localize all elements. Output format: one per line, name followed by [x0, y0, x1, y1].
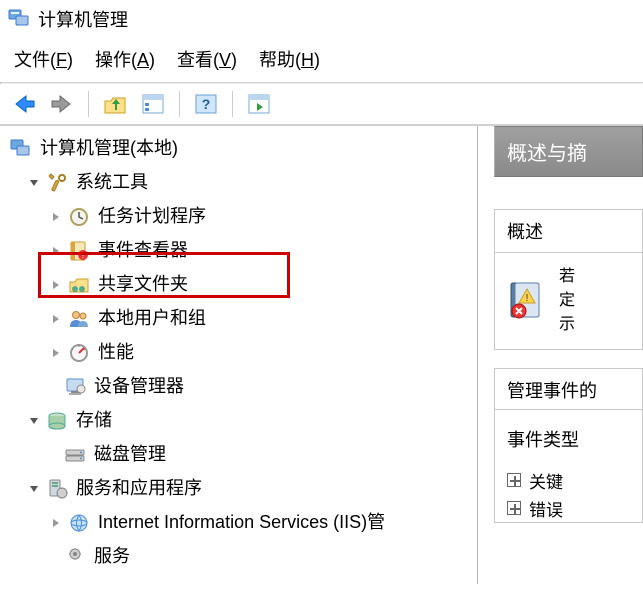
svg-text:!: !: [526, 293, 529, 304]
expander-icon[interactable]: [48, 515, 64, 531]
services-apps-icon: [46, 478, 68, 500]
eventlog-warning-icon: !: [505, 279, 549, 323]
event-types-label: 事件类型: [495, 420, 642, 458]
computer-management-icon: [10, 138, 32, 160]
tree-node-event-viewer[interactable]: ! 事件查看器: [6, 234, 477, 268]
tree-label: 任务计划程序: [98, 206, 206, 228]
app-icon: [8, 8, 30, 30]
menu-view[interactable]: 查看(V): [177, 46, 237, 72]
tree-label: 磁盘管理: [94, 444, 166, 466]
tree-label: 本地用户和组: [98, 308, 206, 330]
tree-node-local-users[interactable]: 本地用户和组: [6, 302, 477, 336]
shared-folders-icon: [68, 274, 90, 296]
expander-icon[interactable]: [48, 277, 64, 293]
tree-label: 设备管理器: [94, 376, 184, 398]
refresh-view-button[interactable]: [245, 90, 273, 118]
svg-text:!: !: [82, 251, 84, 260]
svg-text:?: ?: [202, 96, 211, 112]
help-button[interactable]: ?: [192, 90, 220, 118]
tree-node-services[interactable]: 服务: [6, 540, 477, 574]
expander-icon[interactable]: [26, 413, 42, 429]
tree-node-services-apps[interactable]: 服务和应用程序: [6, 472, 477, 506]
tree-node-iis[interactable]: Internet Information Services (IIS)管: [6, 506, 477, 540]
properties-button[interactable]: [139, 90, 167, 118]
titlebar: 计算机管理: [0, 0, 643, 42]
tree-root: 计算机管理(本地) 系统工具 任务计划程序 !: [6, 132, 477, 574]
event-type-critical[interactable]: 关键: [507, 466, 630, 494]
tree-node-device-manager[interactable]: 设备管理器: [6, 370, 477, 404]
expander-icon[interactable]: [48, 243, 64, 259]
expander-icon[interactable]: [48, 311, 64, 327]
forward-button[interactable]: [48, 90, 76, 118]
storage-icon: [46, 410, 68, 432]
expand-icon[interactable]: [507, 473, 521, 487]
disk-management-icon: [64, 444, 86, 466]
tree-label: 系统工具: [76, 172, 148, 194]
menu-file[interactable]: 文件(F): [14, 46, 73, 72]
event-type-error[interactable]: 错误: [507, 494, 630, 522]
detail-pane: 概述与摘 概述 ! 若 定 示: [478, 126, 643, 584]
tree-label: 事件查看器: [98, 240, 188, 262]
menubar: 文件(F) 操作(A) 查看(V) 帮助(H): [0, 42, 643, 82]
device-manager-icon: [64, 376, 86, 398]
clock-icon: [68, 206, 90, 228]
back-button[interactable]: [10, 90, 38, 118]
iis-icon: [68, 512, 90, 534]
toolbar-separator: [232, 91, 233, 117]
event-viewer-icon: !: [68, 240, 90, 262]
expander-icon[interactable]: [26, 481, 42, 497]
manage-events-box: 事件类型 关键 错误: [494, 409, 643, 523]
overview-title: 概述: [495, 210, 642, 253]
expander-icon[interactable]: [48, 345, 64, 361]
window-title: 计算机管理: [38, 6, 128, 32]
expander-icon[interactable]: [48, 209, 64, 225]
toolbar-separator: [179, 91, 180, 117]
tree-node-performance[interactable]: 性能: [6, 336, 477, 370]
tree-label: 计算机管理(本地): [40, 138, 178, 160]
tree-node-disk-management[interactable]: 磁盘管理: [6, 438, 477, 472]
tree-node-computer-management[interactable]: 计算机管理(本地): [6, 132, 477, 166]
services-icon: [64, 546, 86, 568]
main-area: 计算机管理(本地) 系统工具 任务计划程序 !: [0, 125, 643, 584]
overview-section: 概述 ! 若 定 示: [494, 209, 643, 350]
tree-node-system-tools[interactable]: 系统工具: [6, 166, 477, 200]
performance-icon: [68, 342, 90, 364]
event-type-label: 错误: [529, 496, 563, 521]
tree-label: 存储: [76, 410, 112, 432]
tree-label: 共享文件夹: [98, 274, 188, 296]
tree-label: 性能: [98, 342, 134, 364]
menu-action[interactable]: 操作(A): [95, 46, 155, 72]
users-icon: [68, 308, 90, 330]
tree-label: Internet Information Services (IIS)管: [98, 512, 385, 534]
event-type-list: 关键 错误: [495, 458, 642, 522]
tree-label: 服务和应用程序: [76, 478, 202, 500]
overview-text: 若 定 示: [559, 265, 575, 337]
tree-node-storage[interactable]: 存储: [6, 404, 477, 438]
tree-node-shared-folders[interactable]: 共享文件夹: [6, 268, 477, 302]
tree-label: 服务: [94, 546, 130, 568]
manage-events-title: 管理事件的: [494, 368, 643, 409]
tree-pane: 计算机管理(本地) 系统工具 任务计划程序 !: [0, 126, 478, 584]
menu-help[interactable]: 帮助(H): [259, 46, 320, 72]
expand-icon[interactable]: [507, 501, 521, 515]
tree-node-task-scheduler[interactable]: 任务计划程序: [6, 200, 477, 234]
overview-body: ! 若 定 示: [495, 253, 642, 349]
toolbar: ?: [0, 84, 643, 125]
tools-icon: [46, 172, 68, 194]
detail-header: 概述与摘: [494, 126, 643, 177]
up-folder-button[interactable]: [101, 90, 129, 118]
toolbar-separator: [88, 91, 89, 117]
expander-icon[interactable]: [26, 175, 42, 191]
event-type-label: 关键: [529, 468, 563, 493]
